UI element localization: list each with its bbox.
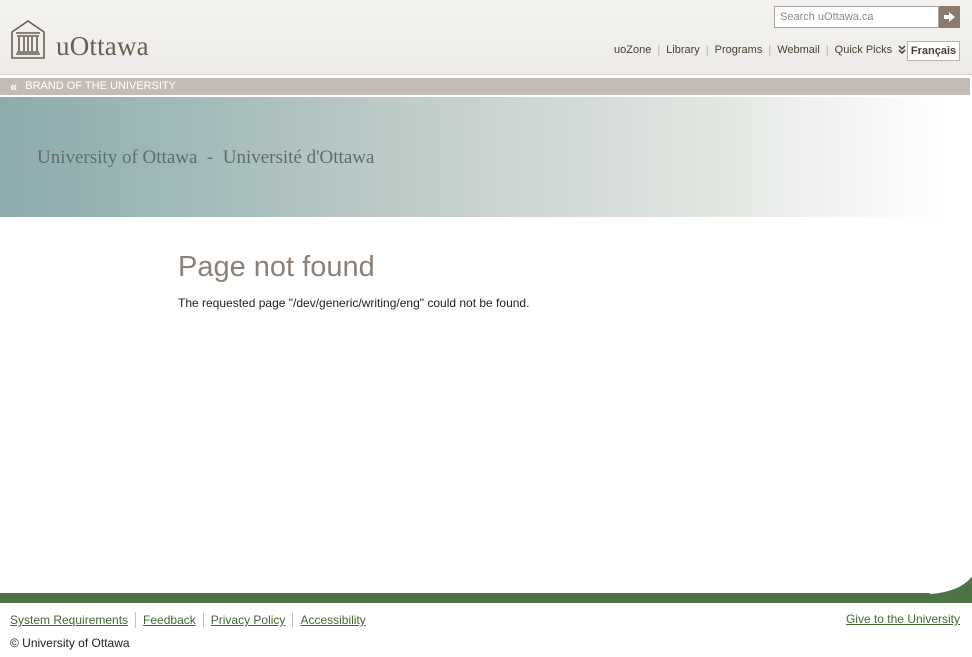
give-to-university-link[interactable]: Give to the University <box>846 612 960 626</box>
nav-link-programs[interactable]: Programs <box>715 44 763 56</box>
arrow-right-icon <box>944 12 955 22</box>
double-chevron-down-icon <box>898 45 906 54</box>
page-title: Page not found <box>178 251 375 283</box>
brand-bar[interactable]: « BRAND OF THE UNIVERSITY <box>0 78 970 95</box>
quick-picks-label: Quick Picks <box>834 44 893 56</box>
footer-corner-curve <box>930 575 972 603</box>
footer-link-privacy-policy[interactable]: Privacy Policy <box>211 613 286 627</box>
nav-separator: | <box>768 44 772 56</box>
logo-text: uOttawa <box>56 31 149 61</box>
nav-separator: | <box>657 44 661 56</box>
footer-divider-bar <box>0 593 972 603</box>
language-toggle-button[interactable]: Français <box>907 41 960 61</box>
nav-link-quick-picks[interactable]: Quick Picks <box>835 44 907 56</box>
search-submit-button[interactable] <box>939 6 960 28</box>
footer-link-accessibility[interactable]: Accessibility <box>300 613 365 627</box>
search-form <box>774 6 960 28</box>
nav-link-webmail[interactable]: Webmail <box>777 44 820 56</box>
footer-link-feedback[interactable]: Feedback <box>143 613 196 627</box>
footer-separator <box>292 612 294 628</box>
copyright-text: © University of Ottawa <box>10 636 130 650</box>
footer-separator <box>135 612 137 628</box>
university-building-icon <box>11 20 45 59</box>
main-content: Page not found The requested page "/dev/… <box>178 250 938 310</box>
site-header: uOttawa uoZone | Library | Programs | We… <box>0 0 972 75</box>
footer-link-system-requirements[interactable]: System Requirements <box>10 613 128 627</box>
top-navigation: uoZone | Library | Programs | Webmail | … <box>614 44 906 56</box>
nav-separator: | <box>705 44 709 56</box>
banner: University of Ottawa - Université d'Otta… <box>0 97 972 217</box>
nav-separator: | <box>825 44 829 56</box>
search-input[interactable] <box>774 6 939 28</box>
nav-link-uozone[interactable]: uoZone <box>614 44 651 56</box>
error-message: The requested page "/dev/generic/writing… <box>178 296 530 310</box>
nav-link-library[interactable]: Library <box>666 44 700 56</box>
uottawa-logo-link[interactable]: uOttawa <box>10 18 149 60</box>
double-left-arrow-icon: « <box>10 79 18 94</box>
brand-bar-label: BRAND OF THE UNIVERSITY <box>25 80 176 92</box>
banner-title: University of Ottawa - Université d'Otta… <box>37 147 375 168</box>
footer-separator <box>202 612 204 628</box>
footer-links: System Requirements Feedback Privacy Pol… <box>10 612 366 628</box>
